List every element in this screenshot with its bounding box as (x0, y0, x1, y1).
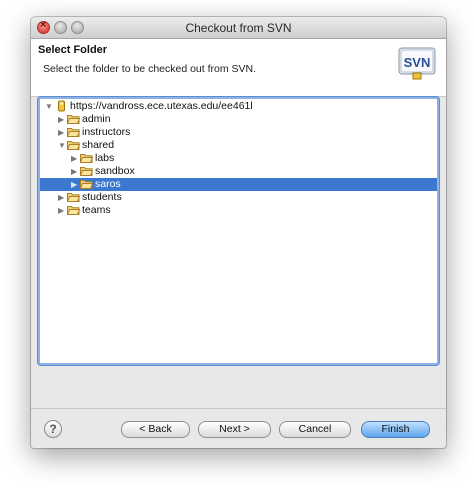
disclosure-collapsed-icon[interactable]: ▶ (58, 113, 64, 126)
back-button[interactable]: < Back (121, 421, 190, 438)
cancel-button[interactable]: Cancel (279, 421, 351, 438)
tree-item-sandbox[interactable]: ▶ sandbox (40, 165, 437, 178)
folder-icon (80, 180, 93, 189)
folder-icon (67, 193, 80, 202)
window-title: Checkout from SVN (185, 21, 292, 35)
svn-logo-icon: SVN (398, 47, 436, 80)
tree-item-teams[interactable]: ▶ teams (40, 204, 437, 217)
tree-item-saros[interactable]: ▶ saros (40, 178, 437, 191)
wizard-header: Select Folder Select the folder to be ch… (31, 39, 446, 97)
tree-item-label: students (82, 191, 122, 203)
tree-item-label: teams (82, 204, 111, 216)
svn-logo-text: SVN (404, 55, 431, 70)
tree-item-label: admin (82, 113, 111, 125)
tree-item-label: saros (95, 178, 121, 190)
title-bar[interactable]: Checkout from SVN (31, 17, 446, 39)
next-button[interactable]: Next > (198, 421, 271, 438)
tree-item-labs[interactable]: ▶ labs (40, 152, 437, 165)
page-description: Select the folder to be checked out from… (43, 63, 257, 75)
disclosure-expanded-icon[interactable]: ▼ (58, 139, 66, 152)
page-title: Select Folder (38, 44, 108, 56)
disclosure-collapsed-icon[interactable]: ▶ (58, 126, 64, 139)
checkout-dialog: Checkout from SVN Select Folder Select t… (31, 17, 446, 448)
open-folder-icon (67, 141, 80, 150)
folder-icon (67, 128, 80, 137)
tree-root-label: https://vandross.ece.utexas.edu/ee461l (70, 100, 253, 112)
disclosure-collapsed-icon[interactable]: ▶ (58, 191, 64, 204)
disclosure-expanded-icon[interactable]: ▼ (45, 100, 53, 113)
tree-item-shared[interactable]: ▼ shared (40, 139, 437, 152)
tree-item-instructors[interactable]: ▶ instructors (40, 126, 437, 139)
repository-icon (58, 100, 65, 112)
tree-item-label: sandbox (95, 165, 135, 177)
disclosure-collapsed-icon[interactable]: ▶ (58, 204, 64, 217)
tree-item-label: labs (95, 152, 115, 164)
tree-item-students[interactable]: ▶ students (40, 191, 437, 204)
button-bar-divider (31, 408, 446, 409)
tree-item-label: instructors (82, 126, 131, 138)
folder-tree[interactable]: ▼ https://vandross.ece.utexas.edu/ee461l… (38, 97, 439, 365)
folder-icon (80, 154, 93, 163)
tree-root[interactable]: ▼ https://vandross.ece.utexas.edu/ee461l (40, 100, 437, 113)
disclosure-collapsed-icon[interactable]: ▶ (71, 165, 77, 178)
folder-icon (80, 167, 93, 176)
folder-icon (67, 206, 80, 215)
tree-item-admin[interactable]: ▶ admin (40, 113, 437, 126)
tree-item-label: shared (82, 139, 115, 151)
help-button[interactable]: ? (44, 420, 62, 438)
disclosure-collapsed-icon[interactable]: ▶ (71, 178, 77, 191)
folder-icon (67, 115, 80, 124)
finish-button[interactable]: Finish (361, 421, 430, 438)
disclosure-collapsed-icon[interactable]: ▶ (71, 152, 77, 165)
